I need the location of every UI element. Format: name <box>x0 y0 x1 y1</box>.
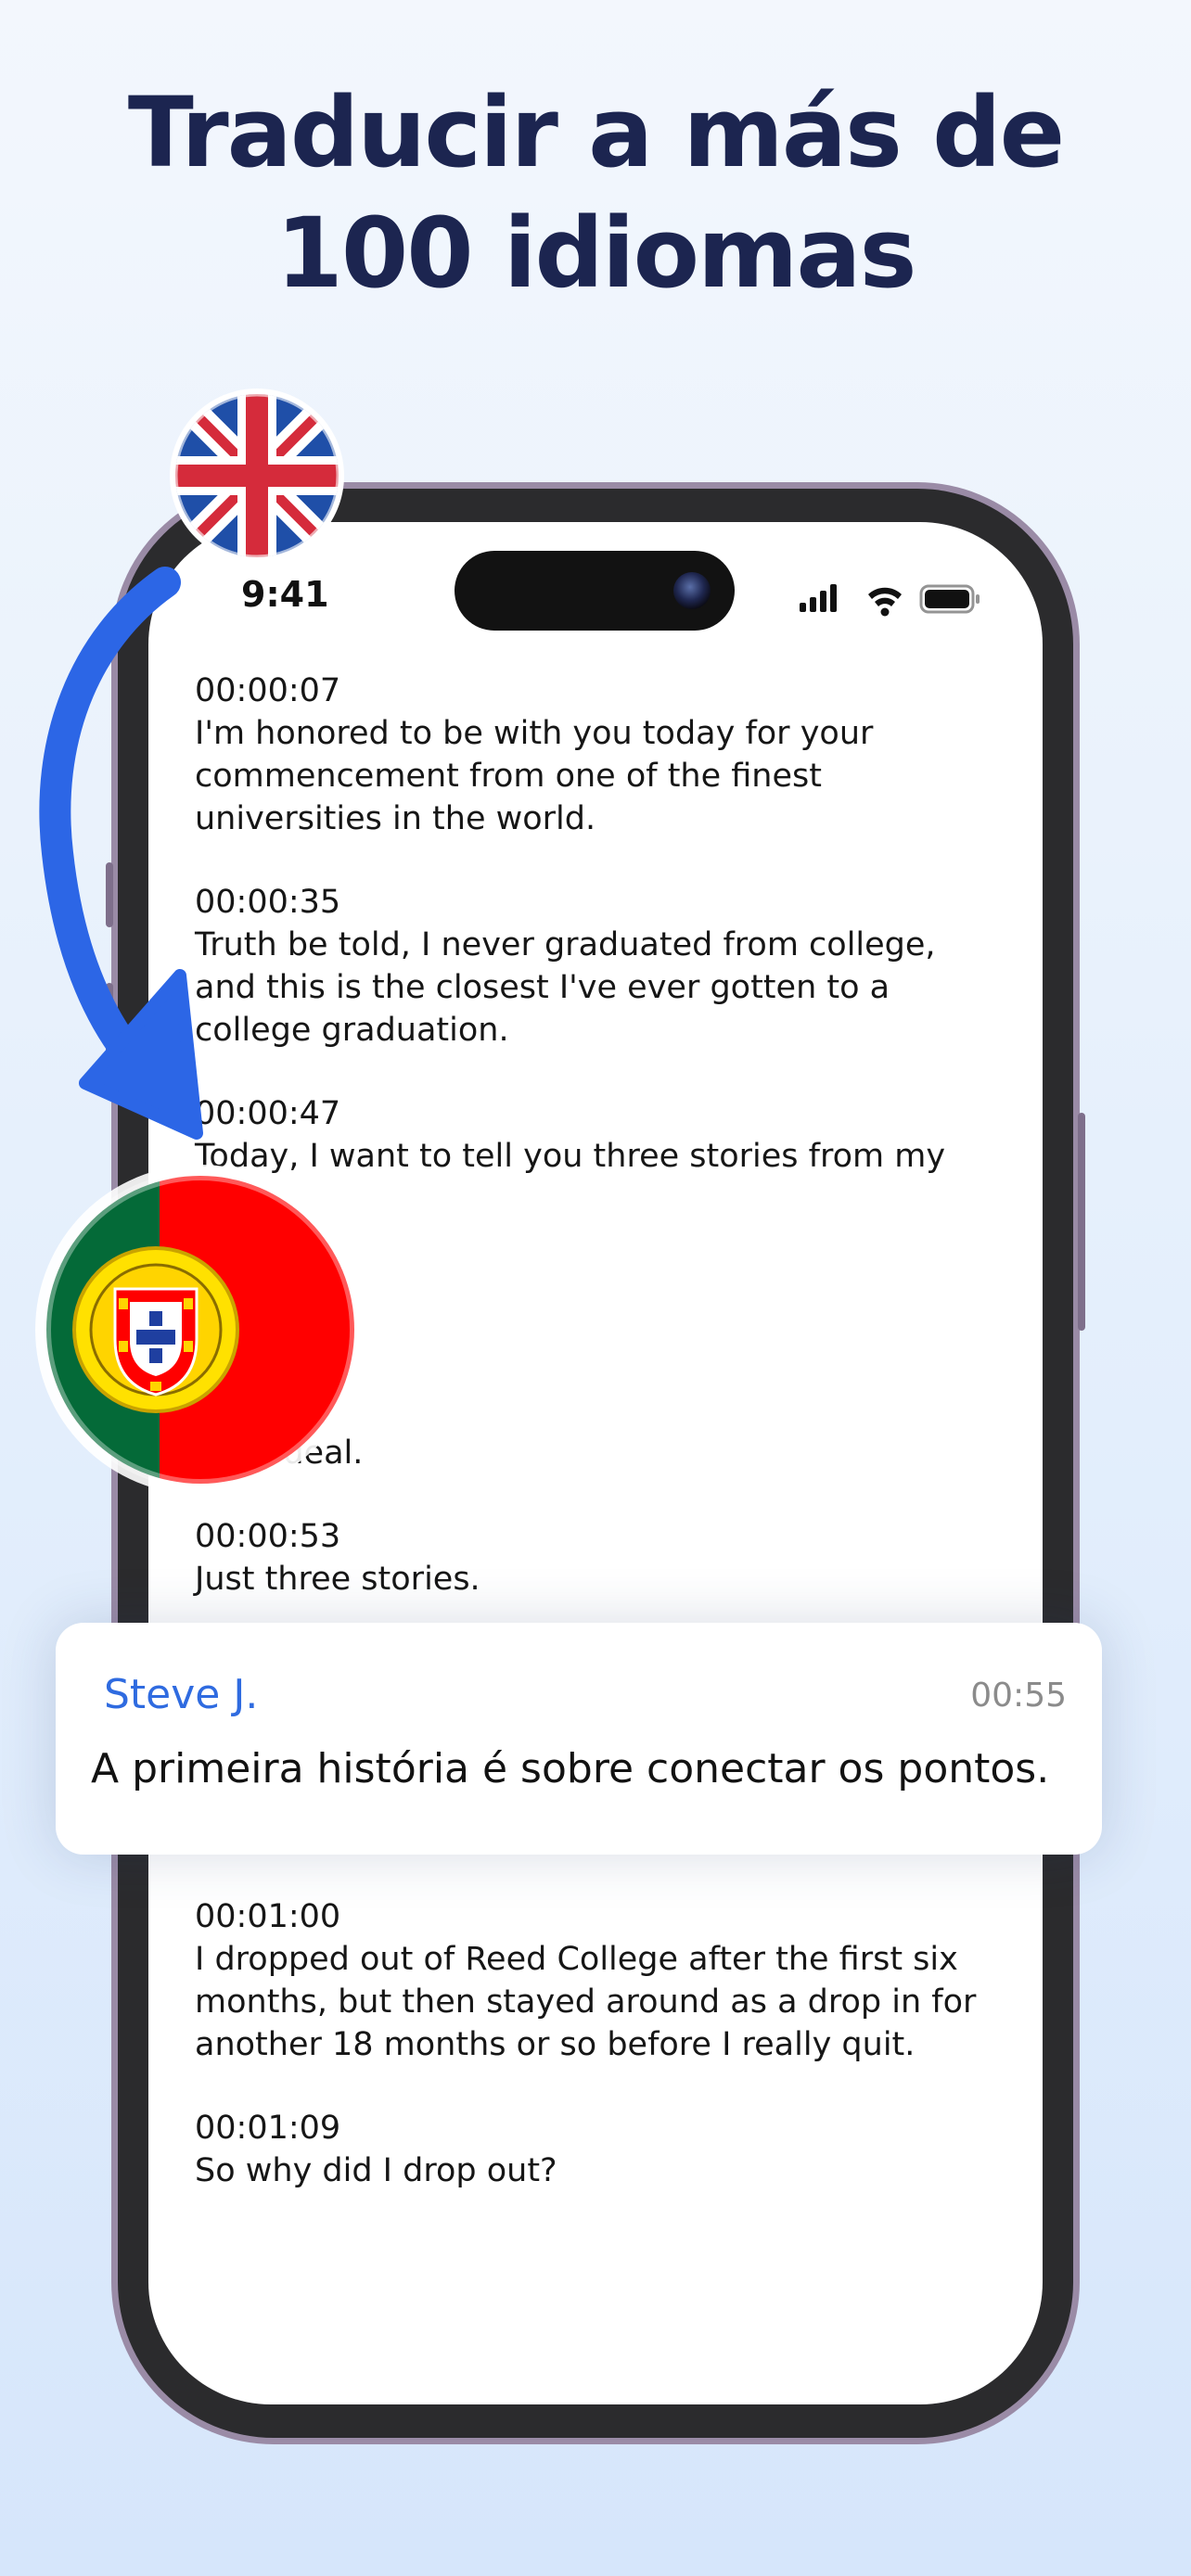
entry-timestamp: 00:01:00 <box>195 1898 341 1935</box>
transcript-entry[interactable]: 00:01:09 So why did I drop out? <box>195 2107 992 2192</box>
arrow-icon <box>39 567 203 1140</box>
entry-text: I dropped out of Reed College after the … <box>195 1941 977 2063</box>
speaker-name: Steve J. <box>104 1671 259 1718</box>
translated-text: A primeira história é sobre conectar os … <box>91 1745 1050 1792</box>
transcript-entry[interactable]: 00:01:00 I dropped out of Reed College a… <box>195 1895 992 2066</box>
entry-timestamp: 00:01:09 <box>195 2110 341 2147</box>
translation-card[interactable]: Steve J. 00:55 A primeira história é sob… <box>56 1623 1102 1855</box>
entry-text: Just three stories. <box>195 1561 480 1598</box>
uk-flag-icon <box>170 389 344 563</box>
portugal-flag-icon <box>35 1165 365 1495</box>
status-icons <box>800 580 985 622</box>
signal-icon <box>800 584 837 612</box>
phone-power-button <box>1078 1113 1085 1331</box>
entry-text: So why did I drop out? <box>195 2152 557 2189</box>
battery-icon <box>919 584 980 614</box>
entry-timestamp: 00:00:53 <box>195 1518 341 1555</box>
card-timestamp: 00:55 <box>970 1677 1067 1715</box>
wifi-icon <box>868 587 902 617</box>
front-camera <box>673 572 711 609</box>
transcript-entry[interactable]: 00:00:53 Just three stories. <box>195 1515 992 1600</box>
